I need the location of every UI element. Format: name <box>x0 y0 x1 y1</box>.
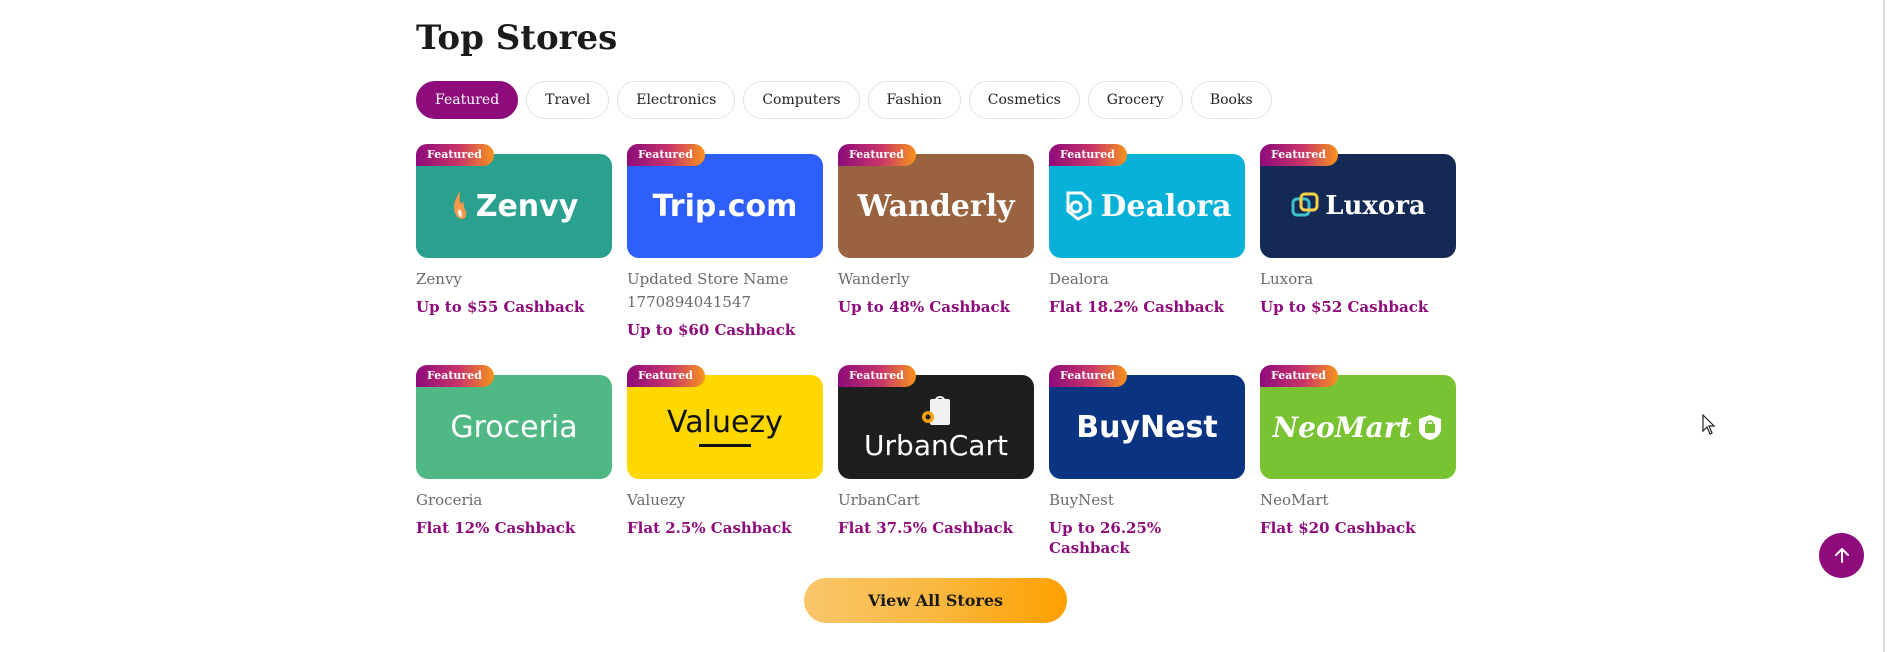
featured-badge: Featured <box>627 144 705 166</box>
store-logo[interactable]: Wanderly <box>838 154 1034 258</box>
store-name: Luxora <box>1260 270 1314 288</box>
store-logo-text: Zenvy <box>475 188 579 224</box>
store-logo[interactable]: Dealora <box>1049 154 1245 258</box>
featured-badge: Featured <box>416 144 494 166</box>
store-name: Zenvy <box>416 270 462 288</box>
store-logo-text: NeoMart <box>1272 410 1412 444</box>
shopping-bag-icon <box>922 395 950 425</box>
store-logo[interactable]: Groceria <box>416 375 612 479</box>
store-logo-text: Valuezy <box>667 404 783 440</box>
store-card[interactable]: Featured NeoMart NeoMart Flat $20 Cashba… <box>1260 365 1456 558</box>
store-logo-text: Trip.com <box>652 188 798 224</box>
store-card[interactable]: Featured Dealora Dealora Flat 18.2% Cash… <box>1049 144 1245 375</box>
store-name: NeoMart <box>1260 491 1329 509</box>
store-grid: Featured Zenvy Zenvy Up to $55 Cashback … <box>416 144 1456 558</box>
store-logo-text: Dealora <box>1100 188 1232 224</box>
featured-badge: Featured <box>627 365 705 387</box>
store-logo[interactable]: UrbanCart <box>838 375 1034 479</box>
arrow-up-icon <box>1834 547 1849 563</box>
shield-bag-icon <box>1419 415 1442 440</box>
store-logo[interactable]: BuyNest <box>1049 375 1245 479</box>
store-card[interactable]: Featured Groceria Groceria Flat 12% Cash… <box>416 365 612 558</box>
featured-badge: Featured <box>1049 144 1127 166</box>
store-card[interactable]: Featured Wanderly Wanderly Up to 48% Cas… <box>838 144 1034 375</box>
flame-icon <box>453 191 467 219</box>
featured-badge: Featured <box>1260 144 1338 166</box>
store-cashback: Up to 26.25% Cashback <box>1049 519 1162 557</box>
tab-featured[interactable]: Featured <box>416 81 519 119</box>
store-logo-text: Luxora <box>1325 191 1426 221</box>
store-logo[interactable]: Luxora <box>1260 154 1456 258</box>
store-logo[interactable]: Valuezy <box>627 375 823 479</box>
tab-books[interactable]: Books <box>1190 81 1272 119</box>
store-card[interactable]: Featured Luxora Luxora Up to $52 Cashbac… <box>1260 144 1456 375</box>
luxora-mark-icon <box>1291 192 1319 217</box>
store-cashback: Flat 12% Cashback <box>416 519 576 537</box>
tab-cosmetics[interactable]: Cosmetics <box>968 81 1080 119</box>
tab-electronics[interactable]: Electronics <box>617 81 736 119</box>
store-name: Wanderly <box>838 270 910 288</box>
logo-underline <box>699 443 751 447</box>
store-name: Groceria <box>416 491 483 509</box>
tab-computers[interactable]: Computers <box>743 81 860 119</box>
store-name: Valuezy <box>627 491 686 509</box>
featured-badge: Featured <box>838 144 916 166</box>
store-logo[interactable]: Trip.com <box>627 154 823 258</box>
store-cashback: Up to $60 Cashback <box>627 321 796 339</box>
store-name: BuyNest <box>1049 491 1114 509</box>
store-card[interactable]: Featured UrbanCart UrbanCart Flat 37.5% … <box>838 365 1034 558</box>
store-cashback: Flat 18.2% Cashback <box>1049 298 1224 316</box>
store-name: Updated Store Name 1770894041547 <box>627 270 789 311</box>
store-cashback: Flat 37.5% Cashback <box>838 519 1013 537</box>
mouse-pointer-icon <box>1702 413 1716 440</box>
featured-badge: Featured <box>1260 365 1338 387</box>
section-title: Top Stores <box>416 18 618 58</box>
tab-fashion[interactable]: Fashion <box>867 81 961 119</box>
store-cashback: Up to $55 Cashback <box>416 298 585 316</box>
store-logo[interactable]: NeoMart <box>1260 375 1456 479</box>
store-logo-text: Wanderly <box>857 188 1015 224</box>
tab-grocery[interactable]: Grocery <box>1087 81 1183 119</box>
store-card[interactable]: Featured BuyNest BuyNest Up to 26.25% Ca… <box>1049 365 1245 558</box>
store-name: Dealora <box>1049 270 1109 288</box>
featured-badge: Featured <box>416 365 494 387</box>
store-card[interactable]: Featured Valuezy Valuezy Flat 2.5% Cashb… <box>627 365 823 558</box>
tag-icon <box>1066 191 1092 221</box>
featured-badge: Featured <box>838 365 916 387</box>
store-card[interactable]: Featured Zenvy Zenvy Up to $55 Cashback <box>416 144 612 375</box>
store-cashback: Flat 2.5% Cashback <box>627 519 792 537</box>
view-all-stores-button[interactable]: View All Stores <box>804 578 1067 623</box>
store-logo-text: Groceria <box>450 409 578 445</box>
store-card[interactable]: Featured Trip.com Updated Store Name 177… <box>627 144 823 375</box>
store-cashback: Up to $52 Cashback <box>1260 298 1429 316</box>
store-name: UrbanCart <box>838 491 920 509</box>
store-cashback: Up to 48% Cashback <box>838 298 1011 316</box>
store-logo-text: UrbanCart <box>864 428 1008 462</box>
store-logo-text: BuyNest <box>1076 409 1218 445</box>
scroll-to-top-button[interactable] <box>1819 533 1864 578</box>
page-scrollbar[interactable] <box>1883 0 1885 652</box>
store-logo[interactable]: Zenvy <box>416 154 612 258</box>
featured-badge: Featured <box>1049 365 1127 387</box>
store-cashback: Flat $20 Cashback <box>1260 519 1416 537</box>
category-tabs: Featured Travel Electronics Computers Fa… <box>416 81 1272 119</box>
tab-travel[interactable]: Travel <box>526 81 610 119</box>
